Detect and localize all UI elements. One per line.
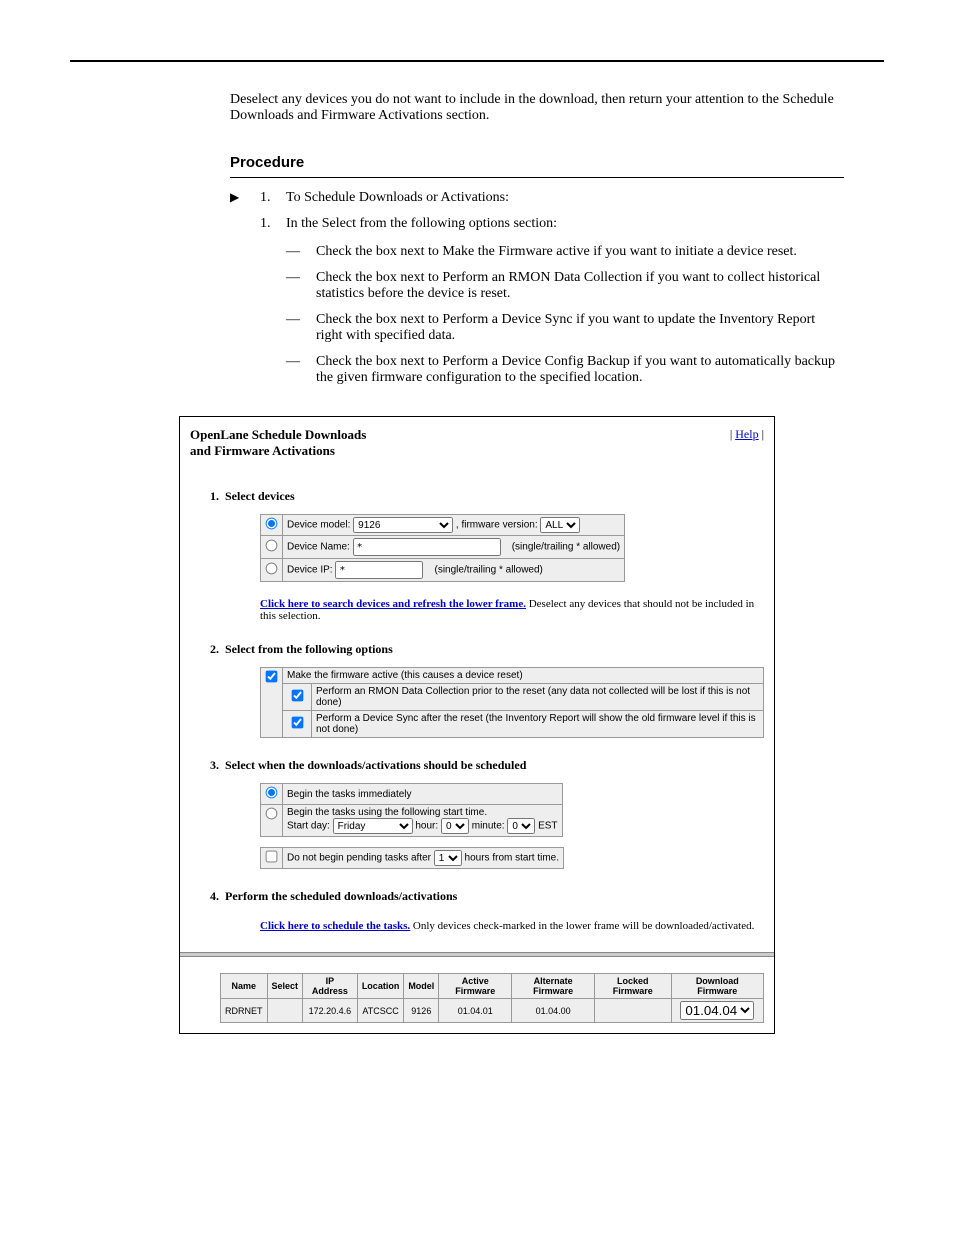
th-model: Model	[404, 974, 439, 999]
th-name: Name	[221, 974, 268, 999]
intro-paragraph: Deselect any devices you do not want to …	[230, 92, 844, 124]
th-dl-fw: Download Firmware	[671, 974, 763, 999]
pending-lead: Do not begin pending tasks after	[287, 853, 431, 864]
procedure-step-arrow: ▶	[230, 191, 250, 203]
radio-device-ip[interactable]	[266, 563, 278, 575]
startday-label: Start day:	[287, 821, 330, 832]
device-select-block: Device model: 9126 , firmware version: A…	[260, 514, 625, 582]
section3-title: Select when the downloads/activations sh…	[225, 758, 526, 772]
help-link[interactable]: Help	[735, 427, 758, 441]
device-name-note: (single/trailing * allowed)	[512, 542, 620, 553]
embedded-screenshot: OpenLane Schedule Downloads and Firmware…	[179, 416, 775, 1034]
cell-ip: 172.20.4.6	[303, 999, 358, 1023]
radio-begin-scheduled[interactable]	[266, 808, 278, 820]
th-loc: Location	[357, 974, 404, 999]
pending-block: Do not begin pending tasks after 1 hours…	[260, 847, 564, 869]
opt-begin-immediately-label: Begin the tasks immediately	[283, 784, 563, 805]
opt-make-active-label: Make the firmware active (this causes a …	[283, 668, 763, 684]
device-table: Name Select IP Address Location Model Ac…	[220, 973, 764, 1023]
th-alt-fw: Alternate Firmware	[512, 974, 595, 999]
device-model-label: Device model:	[287, 520, 350, 531]
cell-select[interactable]	[267, 999, 303, 1023]
app-brand: OpenLane	[190, 427, 249, 442]
step1-number: 1.	[260, 190, 276, 206]
app-title-1: Schedule Downloads	[252, 427, 367, 442]
opt-rmon-label: Perform an RMON Data Collection prior to…	[312, 684, 764, 711]
bullet-1: Check the box next to Make the Firmware …	[286, 244, 844, 260]
chk-sync[interactable]	[291, 717, 303, 729]
cell-loc: ATCSCC	[357, 999, 404, 1023]
pending-tail: hours from start time.	[465, 853, 559, 864]
frame-divider[interactable]	[180, 952, 774, 957]
minute-select[interactable]: 0	[507, 818, 535, 834]
cell-name: RDRNET	[221, 999, 268, 1023]
procedure-heading: Procedure	[230, 154, 844, 171]
download-fw-select[interactable]: 01.04.04	[680, 1001, 754, 1020]
chk-rmon[interactable]	[291, 690, 303, 702]
fw-version-label: , firmware version:	[456, 520, 538, 531]
hour-label: hour:	[415, 821, 438, 832]
tz-label: EST	[538, 821, 557, 832]
opt-begin-scheduled-label: Begin the tasks using the following star…	[287, 807, 487, 818]
startday-select[interactable]: Friday	[333, 818, 413, 834]
section1-title: Select devices	[225, 489, 295, 503]
chk-make-active[interactable]	[266, 671, 278, 683]
opt-sync-label: Perform a Device Sync after the reset (t…	[312, 711, 764, 738]
options-block: Make the firmware active (this causes a …	[260, 667, 764, 738]
bullet-2: Check the box next to Perform an RMON Da…	[286, 270, 844, 302]
search-devices-link[interactable]: Click here to search devices and refresh…	[260, 598, 526, 610]
cell-locked-fw	[595, 999, 672, 1023]
step2-lead: In the Select from the following options…	[286, 216, 557, 231]
cell-model: 9126	[404, 999, 439, 1023]
th-ip: IP Address	[303, 974, 358, 999]
th-locked-fw: Locked Firmware	[595, 974, 672, 999]
radio-begin-immediately[interactable]	[266, 787, 278, 799]
pending-hours-select[interactable]: 1	[434, 850, 462, 866]
device-model-select[interactable]: 9126	[353, 517, 453, 533]
device-name-label: Device Name:	[287, 542, 350, 553]
th-select: Select	[267, 974, 303, 999]
cell-alt-fw: 01.04.00	[512, 999, 595, 1023]
step1-text: To Schedule Downloads or Activations:	[286, 190, 844, 206]
device-ip-note: (single/trailing * allowed)	[434, 565, 542, 576]
cell-active-fw: 01.04.01	[439, 999, 512, 1023]
bullet-3: Check the box next to Perform a Device S…	[286, 312, 844, 344]
section2-title: Select from the following options	[225, 642, 393, 656]
bullet-4: Check the box next to Perform a Device C…	[286, 354, 844, 386]
schedule-block: Begin the tasks immediately Begin the ta…	[260, 783, 563, 837]
schedule-tasks-after: Only devices check-marked in the lower f…	[410, 920, 754, 932]
th-active-fw: Active Firmware	[439, 974, 512, 999]
schedule-tasks-link[interactable]: Click here to schedule the tasks.	[260, 920, 410, 932]
table-row: RDRNET 172.20.4.6 ATCSCC 9126 01.04.01 0…	[221, 999, 764, 1023]
minute-label: minute:	[472, 821, 505, 832]
device-ip-label: Device IP:	[287, 565, 333, 576]
radio-device-model[interactable]	[266, 518, 278, 530]
chk-pending-cutoff[interactable]	[266, 851, 278, 863]
step2-number: 1.	[260, 216, 276, 232]
hour-select[interactable]: 0	[441, 818, 469, 834]
fw-version-select[interactable]: ALL	[540, 517, 580, 533]
section4-title: Perform the scheduled downloads/activati…	[225, 889, 457, 903]
app-title-2: and Firmware Activations	[190, 443, 335, 458]
radio-device-name[interactable]	[266, 540, 278, 552]
device-name-input[interactable]	[353, 538, 501, 556]
device-ip-input[interactable]	[335, 561, 423, 579]
